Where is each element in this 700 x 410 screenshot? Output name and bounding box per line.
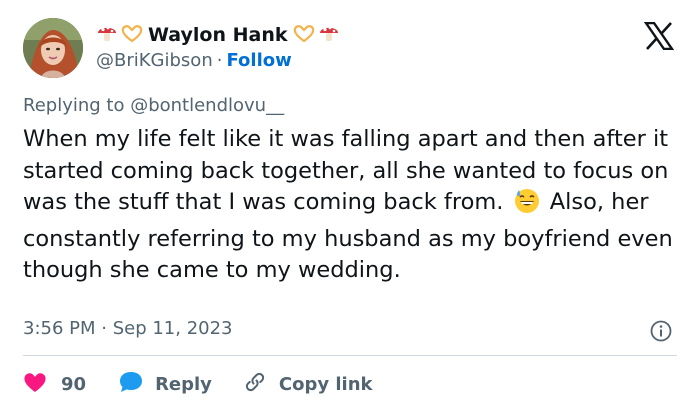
reply-button[interactable]: Reply <box>118 370 212 398</box>
heart-icon <box>23 371 47 397</box>
info-icon[interactable] <box>650 320 672 342</box>
replying-to[interactable]: Replying to @bontlendlovu__ <box>23 95 284 116</box>
heart-hands-icon <box>292 22 316 48</box>
link-icon <box>243 370 267 398</box>
timestamp[interactable]: 3:56 PM · Sep 11, 2023 <box>23 318 233 339</box>
copy-link-button[interactable]: Copy link <box>243 370 373 398</box>
copy-link-label: Copy link <box>278 373 373 395</box>
handle-row: @BriKGibson · Follow <box>96 50 292 71</box>
handle[interactable]: @BriKGibson <box>96 50 213 71</box>
display-name[interactable]: Waylon Hank <box>148 24 288 46</box>
tweet-card: Waylon Hank @BriKGibson · Follow Replyin… <box>0 0 700 410</box>
speech-bubble-icon <box>118 370 144 398</box>
avatar[interactable] <box>23 18 83 78</box>
like-button[interactable]: 90 <box>23 371 86 397</box>
like-count: 90 <box>61 373 87 395</box>
mushroom-icon <box>96 22 118 48</box>
display-name-row: Waylon Hank <box>96 22 340 48</box>
follow-button[interactable]: Follow <box>226 50 291 71</box>
reply-label: Reply <box>155 373 212 395</box>
x-logo-icon[interactable] <box>643 21 675 51</box>
heart-hands-icon <box>120 22 144 48</box>
grinning-sweat-emoji-icon <box>514 188 540 224</box>
separator: · <box>216 50 223 71</box>
tweet-text: When my life felt like it was falling ap… <box>23 124 685 287</box>
action-bar: 90 Reply Copy link <box>23 370 373 398</box>
mushroom-icon <box>318 22 340 48</box>
divider <box>23 355 677 356</box>
